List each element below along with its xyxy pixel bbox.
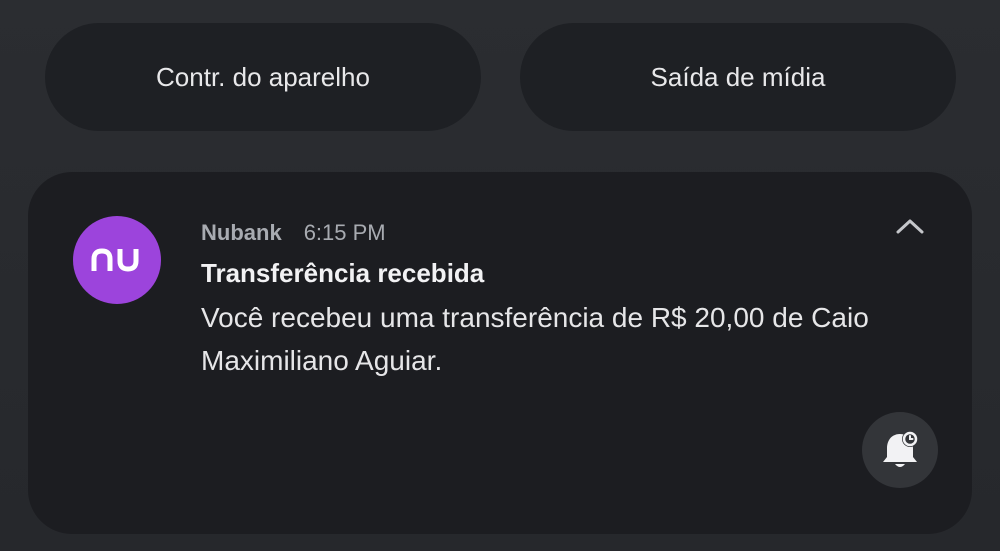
notification-header: Nubank 6:15 PM — [201, 220, 386, 246]
notification-card[interactable]: Nubank 6:15 PM Transferência recebida Vo… — [28, 172, 972, 534]
bell-snooze-icon — [883, 431, 918, 467]
notification-time: 6:15 PM — [303, 220, 386, 245]
nubank-logo-icon — [73, 216, 161, 304]
notification-title: Transferência recebida — [201, 258, 485, 288]
notification-body: Você recebeu uma transferência de R$ 20,… — [201, 302, 869, 376]
device-controls-button[interactable]: Contr. do aparelho — [45, 23, 481, 131]
app-name: Nubank — [201, 220, 282, 245]
nu-logo-glyph — [91, 248, 139, 272]
device-controls-label: Contr. do aparelho — [156, 61, 370, 92]
chevron-up-icon[interactable] — [888, 208, 932, 244]
media-output-button[interactable]: Saída de mídia — [520, 23, 956, 131]
snooze-button[interactable] — [862, 412, 938, 488]
media-output-label: Saída de mídia — [650, 61, 826, 92]
